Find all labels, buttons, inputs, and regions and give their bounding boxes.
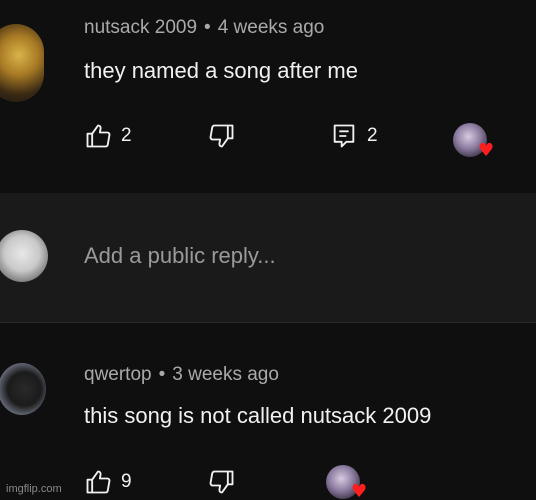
heart-icon: ♥: [351, 481, 368, 500]
comment-time[interactable]: 4 weeks ago: [218, 17, 325, 38]
thumbs-up-icon: [86, 470, 111, 494]
comment-text: this song is not called nutsack 2009: [84, 403, 432, 428]
comment-author[interactable]: qwertop: [84, 364, 152, 385]
heart-icon: ♥: [478, 140, 495, 161]
reply-icon: [333, 124, 355, 148]
reply-button[interactable]: 2: [330, 122, 378, 150]
like-count: 9: [121, 471, 132, 492]
watermark: imgflip.com: [6, 483, 62, 495]
dislike-button[interactable]: [208, 122, 236, 150]
dislike-button[interactable]: [208, 468, 236, 496]
meta-separator: •: [158, 364, 166, 385]
thumbs-down-icon: [209, 124, 234, 148]
comment-2: qwertop • 3 weeks ago this song is not cal…: [0, 323, 536, 500]
comment-time[interactable]: 3 weeks ago: [172, 364, 279, 385]
reply-input[interactable]: Add a public reply...: [84, 243, 276, 269]
thumbs-up-icon: [86, 124, 111, 148]
user-avatar: [0, 230, 48, 282]
like-button[interactable]: 2: [84, 122, 132, 150]
commenter-avatar[interactable]: [0, 363, 46, 415]
comment-1: nutsack 2009 • 4 weeks ago they named a so…: [0, 0, 536, 193]
like-button[interactable]: 9: [84, 468, 132, 496]
comment-text: they named a song after me: [84, 58, 358, 83]
comment-meta: qwertop • 3 weeks ago: [84, 364, 279, 386]
comment-author[interactable]: nutsack 2009: [84, 17, 197, 38]
thumbs-down-icon: [209, 470, 234, 494]
commenter-avatar[interactable]: [0, 24, 44, 102]
reply-box: Add a public reply...: [0, 193, 536, 323]
reply-count: 2: [367, 125, 378, 146]
meta-separator: •: [204, 17, 211, 38]
like-count: 2: [121, 125, 132, 146]
comment-meta: nutsack 2009 • 4 weeks ago: [84, 17, 324, 39]
